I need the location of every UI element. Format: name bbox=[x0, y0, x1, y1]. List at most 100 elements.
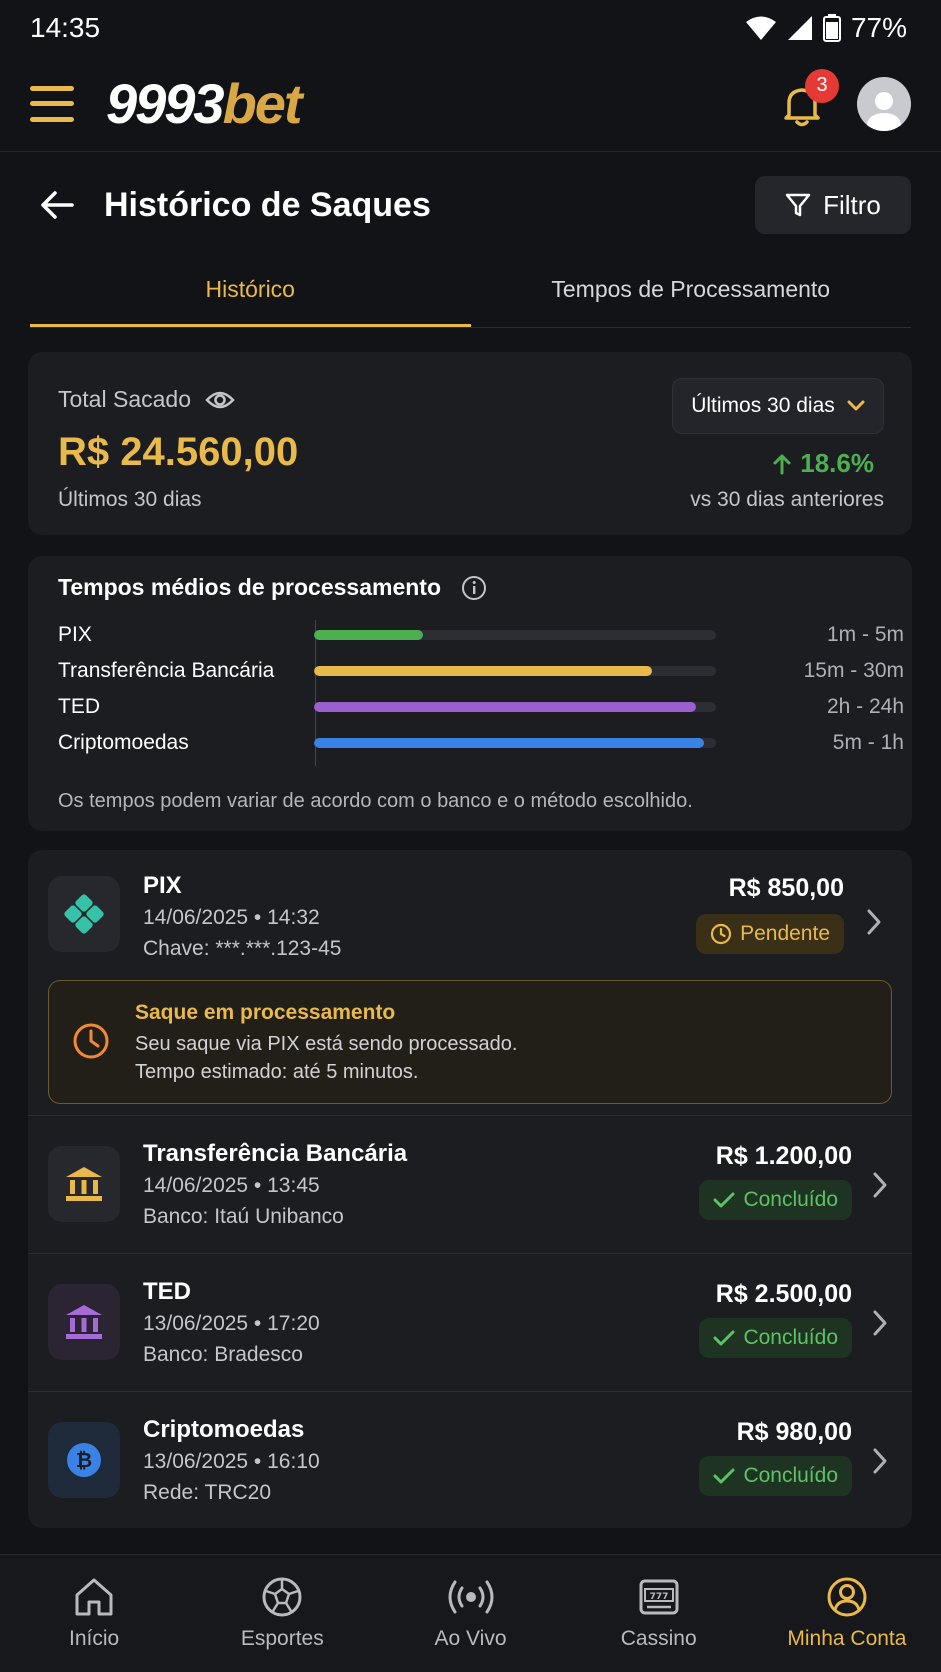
processing-bar-track bbox=[314, 630, 716, 640]
withdrawal-datetime: 14/06/2025 • 13:45 bbox=[143, 1174, 320, 1197]
nav-minha-conta[interactable]: Minha Conta bbox=[753, 1555, 941, 1672]
processing-bar-track bbox=[314, 666, 716, 676]
status-badge: Concluído bbox=[699, 1318, 852, 1358]
method-name: Criptomoedas bbox=[58, 731, 189, 754]
compare-label: vs 30 dias anteriores bbox=[690, 488, 884, 511]
withdrawal-detail: Rede: TRC20 bbox=[143, 1481, 272, 1504]
battery-percent: 77% bbox=[850, 12, 907, 43]
processing-bar-fill bbox=[314, 630, 423, 640]
processing-bar-track bbox=[314, 738, 716, 748]
processing-bar-fill bbox=[314, 702, 696, 712]
withdrawal-datetime: 13/06/2025 • 16:10 bbox=[143, 1450, 320, 1473]
total-label-row: Total Sacado bbox=[58, 386, 235, 413]
chevron-right-icon bbox=[873, 1448, 887, 1474]
processing-alert: Saque em processamento Seu saque via PIX… bbox=[48, 980, 892, 1104]
nav-inicio[interactable]: Início bbox=[0, 1555, 188, 1672]
home-icon bbox=[75, 1578, 113, 1616]
withdrawal-amount: R$ 850,00 bbox=[728, 874, 844, 902]
withdrawal-amount: R$ 1.200,00 bbox=[715, 1142, 852, 1170]
status-bar: 14:35 77% bbox=[0, 0, 941, 56]
withdrawal-method: TED bbox=[143, 1278, 191, 1305]
processing-note: Os tempos podem variar de acordo com o b… bbox=[58, 790, 693, 812]
checkmark-icon bbox=[713, 1192, 735, 1208]
clock-icon bbox=[73, 1023, 109, 1059]
brand-logo[interactable]: 9993bet bbox=[106, 75, 303, 132]
method-name: TED bbox=[58, 695, 100, 718]
withdrawal-amount: R$ 2.500,00 bbox=[715, 1280, 852, 1308]
total-amount: R$ 24.560,00 bbox=[58, 430, 299, 474]
change-indicator: 18.6% bbox=[772, 448, 874, 479]
user-icon bbox=[866, 91, 902, 131]
nav-cassino[interactable]: 777 Cassino bbox=[565, 1555, 753, 1672]
withdrawal-detail: Chave: ***.***.123-45 bbox=[143, 937, 342, 960]
tab-tempos-processamento[interactable]: Tempos de Processamento bbox=[471, 262, 912, 327]
bottom-navigation: Início Esportes Ao Vivo 777 Cassino Minh… bbox=[0, 1554, 941, 1672]
alert-estimate: Tempo estimado: até 5 minutos. bbox=[135, 1061, 419, 1083]
notifications-button[interactable]: 3 bbox=[777, 68, 839, 129]
status-badge: Concluído bbox=[699, 1456, 852, 1496]
notification-badge: 3 bbox=[805, 68, 839, 103]
method-name: Transferência Bancária bbox=[58, 659, 275, 682]
user-avatar[interactable] bbox=[857, 76, 911, 131]
chevron-right-icon bbox=[873, 1310, 887, 1336]
nav-ao-vivo[interactable]: Ao Vivo bbox=[376, 1555, 564, 1672]
withdrawals-list: PIX 14/06/2025 • 14:32 Chave: ***.***.12… bbox=[28, 850, 912, 1528]
method-name: PIX bbox=[58, 623, 92, 646]
processing-bar-fill bbox=[314, 666, 652, 676]
filter-icon bbox=[785, 193, 811, 217]
checkmark-icon bbox=[713, 1330, 735, 1346]
clock-icon bbox=[710, 923, 732, 945]
svg-text:777: 777 bbox=[649, 1592, 668, 1602]
processing-bar-fill bbox=[314, 738, 704, 748]
info-icon[interactable] bbox=[461, 575, 487, 601]
status-icons: 77% bbox=[745, 12, 907, 44]
status-time: 14:35 bbox=[30, 12, 101, 43]
live-broadcast-icon bbox=[448, 1580, 493, 1614]
withdrawal-detail: Banco: Itaú Unibanco bbox=[143, 1205, 344, 1228]
withdrawal-method: Criptomoedas bbox=[143, 1416, 305, 1443]
hamburger-menu-icon[interactable] bbox=[30, 85, 74, 122]
eye-icon[interactable] bbox=[205, 389, 235, 411]
soccer-ball-icon bbox=[262, 1577, 302, 1617]
page-header: Histórico de Saques Filtro bbox=[0, 170, 941, 240]
nav-esportes[interactable]: Esportes bbox=[188, 1555, 376, 1672]
alert-title: Saque em processamento bbox=[135, 1001, 396, 1024]
checkmark-icon bbox=[713, 1468, 735, 1484]
withdrawal-datetime: 13/06/2025 • 17:20 bbox=[143, 1312, 320, 1335]
filter-button[interactable]: Filtro bbox=[755, 176, 911, 234]
processing-bar-track bbox=[314, 702, 716, 712]
processing-row-pix: PIX 1m - 5m bbox=[58, 620, 904, 650]
total-period: Últimos 30 dias bbox=[58, 488, 202, 511]
processing-heading: Tempos médios de processamento bbox=[58, 574, 487, 601]
period-dropdown[interactable]: Últimos 30 dias bbox=[672, 378, 884, 434]
chevron-down-icon bbox=[847, 400, 865, 411]
list-item-pix[interactable]: PIX 14/06/2025 • 14:32 Chave: ***.***.12… bbox=[28, 850, 912, 1116]
slot-machine-icon: 777 bbox=[639, 1579, 679, 1615]
arrow-up-icon bbox=[773, 454, 791, 474]
chevron-right-icon bbox=[867, 909, 881, 935]
chevron-right-icon bbox=[873, 1172, 887, 1198]
withdrawal-amount: R$ 980,00 bbox=[736, 1418, 852, 1446]
tab-historico[interactable]: Histórico bbox=[30, 262, 471, 327]
total-withdrawn-card: Total Sacado R$ 24.560,00 Últimos 30 dia… bbox=[28, 352, 912, 535]
list-item-ted[interactable]: TED 13/06/2025 • 17:20 Banco: Bradesco R… bbox=[28, 1254, 912, 1392]
method-range: 2h - 24h bbox=[826, 695, 904, 718]
page-title: Histórico de Saques bbox=[104, 185, 431, 224]
status-badge: Concluído bbox=[699, 1180, 852, 1220]
withdrawal-datetime: 14/06/2025 • 14:32 bbox=[143, 906, 320, 929]
bank-icon bbox=[48, 1284, 120, 1360]
processing-times-card: Tempos médios de processamento PIX 1m - … bbox=[28, 556, 912, 831]
method-range: 15m - 30m bbox=[803, 659, 904, 682]
list-item-transferencia[interactable]: Transferência Bancária 14/06/2025 • 13:4… bbox=[28, 1116, 912, 1254]
back-arrow-icon[interactable] bbox=[40, 190, 74, 220]
list-item-criptomoedas[interactable]: ₿ Criptomoedas 13/06/2025 • 16:10 Rede: … bbox=[28, 1392, 912, 1528]
method-range: 5m - 1h bbox=[832, 731, 904, 754]
app-header: 9993bet 3 bbox=[0, 56, 941, 152]
bank-icon bbox=[48, 1146, 120, 1222]
processing-row-ted: TED 2h - 24h bbox=[58, 692, 904, 722]
withdrawal-detail: Banco: Bradesco bbox=[143, 1343, 303, 1366]
bitcoin-icon: ₿ bbox=[48, 1422, 120, 1498]
wifi-icon bbox=[745, 16, 776, 40]
processing-row-transferencia: Transferência Bancária 15m - 30m bbox=[58, 656, 904, 686]
pix-icon bbox=[48, 876, 120, 952]
